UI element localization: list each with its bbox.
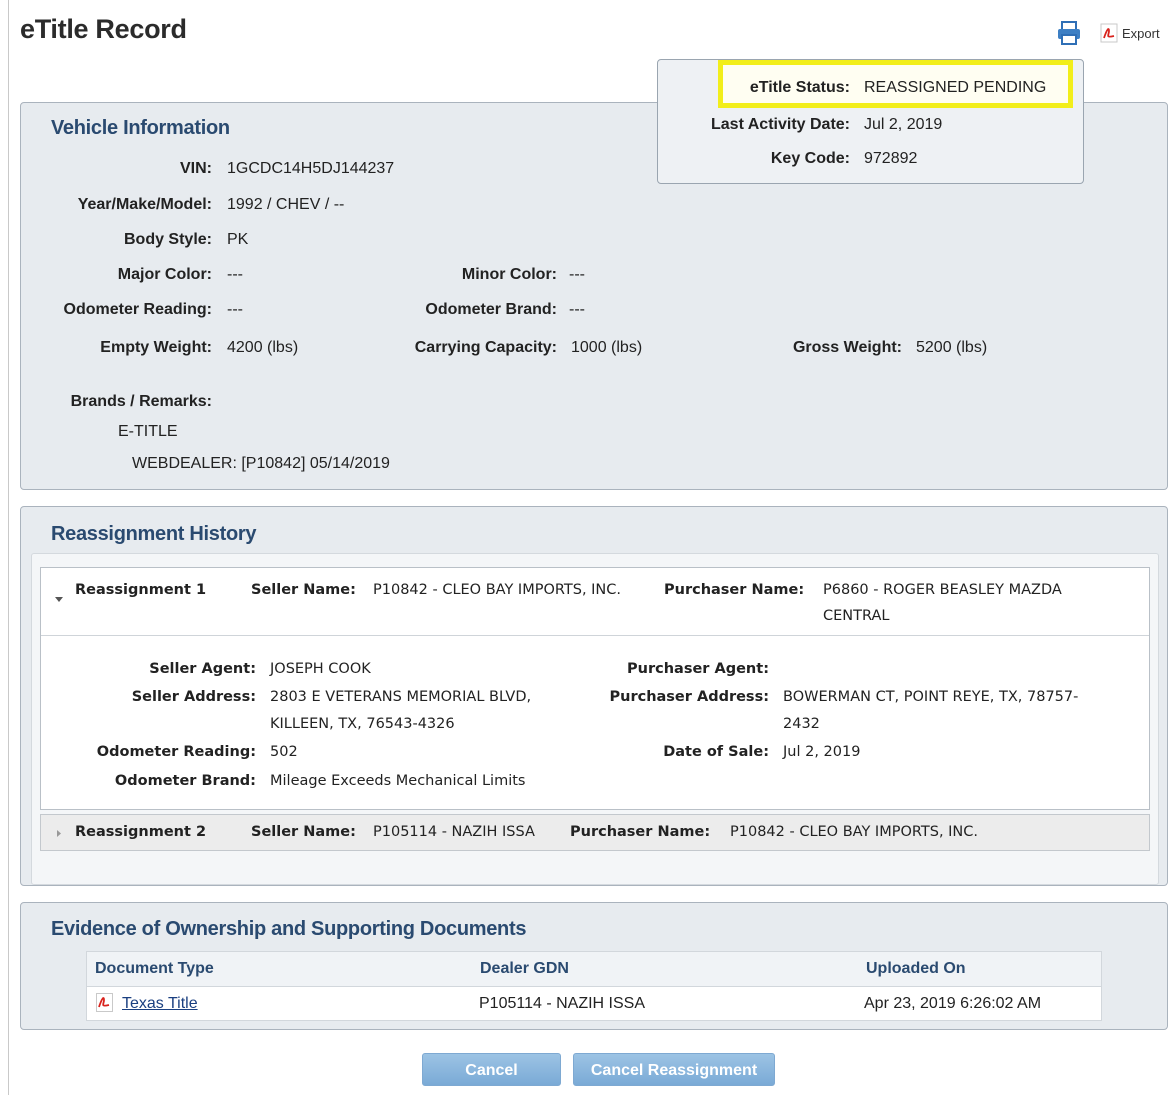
toolbar: Export [1056,20,1160,46]
minor-color-value: --- [569,266,585,283]
brand-remark-item: E-TITLE [118,423,178,440]
etitle-status-box: eTitle Status: REASSIGNED PENDING Last A… [657,59,1084,184]
vin-label: VIN: [180,160,212,177]
seller-name-value: P10842 - CLEO BAY IMPORTS, INC. [373,582,622,598]
cancel-reassignment-button[interactable]: Cancel Reassignment [573,1053,775,1086]
seller-address-value: 2803 E VETERANS MEMORIAL BLVD, [270,689,532,705]
purchaser-name-value: P10842 - CLEO BAY IMPORTS, INC. [730,824,979,840]
last-activity-label: Last Activity Date: [711,116,850,133]
body-style-value: PK [227,231,249,248]
seller-name-label: Seller Name: [251,824,356,840]
dealer-gdn-cell: P105114 - NAZIH ISSA [479,995,645,1012]
odometer-reading-value: 502 [270,744,298,760]
table-header: Document Type Dealer GDN Uploaded On [87,952,1101,987]
table-row: Texas Title P105114 - NAZIH ISSA Apr 23,… [87,987,1101,1021]
year-make-model-value: 1992 / CHEV / -- [227,196,345,213]
odometer-reading-value: --- [227,301,243,318]
etitle-status-label: eTitle Status: [749,79,850,96]
date-of-sale-label: Date of Sale: [663,744,769,760]
vehicle-information-heading: Vehicle Information [51,117,230,139]
reassignment-list: Reassignment 1 Seller Name: P10842 - CLE… [31,553,1159,885]
etitle-status-value: REASSIGNED PENDING [864,79,1047,96]
pdf-icon [96,993,113,1012]
documents-panel: Evidence of Ownership and Supporting Doc… [20,902,1168,1030]
chevron-right-icon[interactable] [56,829,62,838]
reassignment-title: Reassignment 2 [75,824,207,840]
purchaser-address-value: BOWERMAN CT, POINT REYE, TX, 78757- [783,689,1079,705]
reassignment-history-panel: Reassignment History Reassignment 1 Sell… [20,506,1168,886]
gross-weight-label: Gross Weight: [792,339,902,356]
purchaser-name-value-cont: CENTRAL [823,608,890,624]
seller-address-value-cont: KILLEEN, TX, 76543-4326 [270,716,455,732]
key-code-value: 972892 [864,150,918,167]
seller-agent-value: JOSEPH COOK [270,661,371,677]
major-color-label: Major Color: [117,266,212,283]
export-link[interactable]: Export [1122,26,1160,41]
date-of-sale-value: Jul 2, 2019 [783,744,861,760]
odometer-brand-value: --- [569,301,585,318]
odometer-reading-label: Odometer Reading: [96,744,256,760]
documents-table: Document Type Dealer GDN Uploaded On Tex… [86,951,1102,1021]
column-header-document-type[interactable]: Document Type [95,960,214,978]
document-link-texas-title[interactable]: Texas Title [122,995,198,1013]
seller-name-value: P105114 - NAZIH ISSA [373,824,535,840]
carrying-capacity-value: 1000 (lbs) [571,339,643,356]
purchaser-address-label: Purchaser Address: [609,689,770,705]
brands-remarks-label: Brands / Remarks: [70,393,212,410]
column-header-uploaded-on[interactable]: Uploaded On [866,960,966,978]
key-code-label: Key Code: [770,150,850,167]
purchaser-agent-label: Purchaser Agent: [627,661,769,677]
reassignment-1: Reassignment 1 Seller Name: P10842 - CLE… [40,567,1150,810]
empty-weight-label: Empty Weight: [100,339,212,356]
vin-value: 1GCDC14H5DJ144237 [227,160,395,177]
reassignment-history-heading: Reassignment History [51,523,257,545]
page-title: eTitle Record [20,14,187,44]
odometer-brand-value: Mileage Exceeds Mechanical Limits [270,773,526,789]
reassignment-1-header[interactable]: Reassignment 1 Seller Name: P10842 - CLE… [41,568,1149,636]
gross-weight-value: 5200 (lbs) [916,339,988,356]
purchaser-name-label: Purchaser Name: [570,824,711,840]
seller-agent-label: Seller Agent: [149,661,256,677]
cancel-button[interactable]: Cancel [422,1053,561,1086]
major-color-value: --- [227,266,243,283]
reassignment-title: Reassignment 1 [75,582,207,598]
purchaser-name-value: P6860 - ROGER BEASLEY MAZDA [823,582,1062,598]
seller-name-label: Seller Name: [251,582,356,598]
empty-weight-value: 4200 (lbs) [227,339,299,356]
print-icon[interactable] [1056,20,1082,46]
last-activity-value: Jul 2, 2019 [864,116,943,133]
documents-heading: Evidence of Ownership and Supporting Doc… [51,918,527,940]
carrying-capacity-label: Carrying Capacity: [414,339,557,356]
seller-address-label: Seller Address: [131,689,256,705]
minor-color-label: Minor Color: [461,266,557,283]
purchaser-name-label: Purchaser Name: [664,582,805,598]
brand-remark-item: WEBDEALER: [P10842] 05/14/2019 [132,455,390,472]
year-make-model-label: Year/Make/Model: [77,196,212,213]
chevron-down-icon[interactable] [54,596,64,604]
body-style-label: Body Style: [123,231,212,248]
uploaded-on-cell: Apr 23, 2019 6:26:02 AM [864,995,1042,1012]
column-header-dealer-gdn[interactable]: Dealer GDN [480,960,569,978]
purchaser-address-value-cont: 2432 [783,716,820,732]
pdf-export-icon[interactable] [1100,23,1118,43]
reassignment-2-header[interactable]: Reassignment 2 Seller Name: P105114 - NA… [40,814,1150,851]
odometer-reading-label: Odometer Reading: [63,301,212,318]
odometer-brand-label: Odometer Brand: [425,301,557,318]
odometer-brand-label: Odometer Brand: [114,773,256,789]
